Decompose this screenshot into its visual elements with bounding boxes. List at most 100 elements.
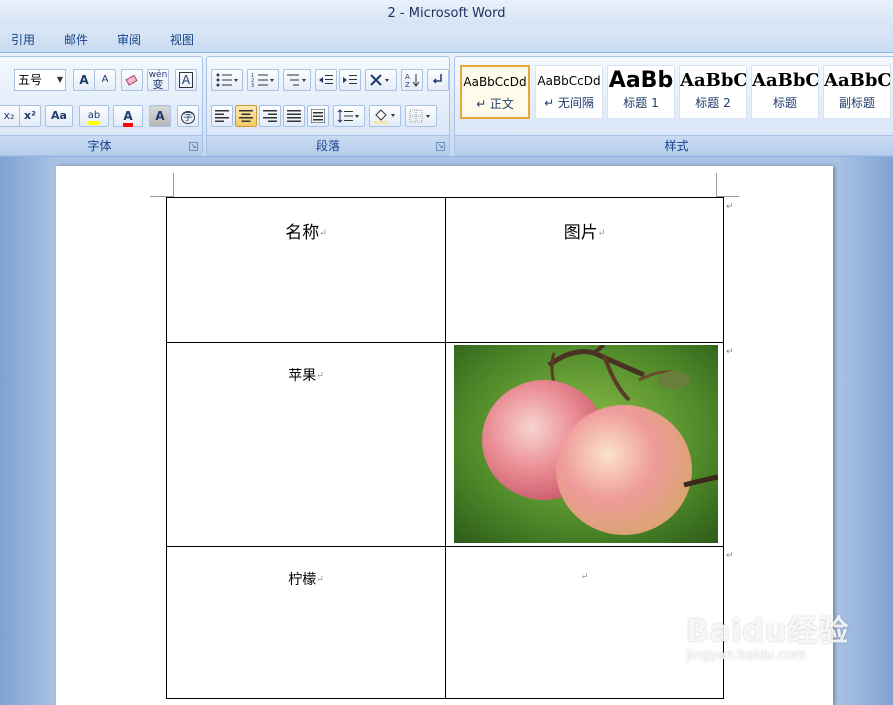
multilevel-list-button[interactable] [283, 69, 311, 91]
justify-icon [287, 110, 301, 122]
align-center-button[interactable] [235, 105, 257, 127]
char-border-icon: A [178, 72, 194, 88]
paragraph-dialog-launcher-icon[interactable]: ↘ [436, 142, 445, 151]
table-row: 苹果↵ [166, 342, 724, 547]
subscript-button[interactable]: x₂ [0, 105, 20, 127]
watermark-logo: Baidu经验 [686, 614, 850, 649]
style-name: 标题 2 [695, 96, 731, 110]
style-sample: AaBbCcDd [463, 75, 527, 89]
cell-mark: ↵ [316, 371, 324, 381]
subscript-icon: x₂ [3, 109, 15, 122]
table-cell[interactable]: 图片↵ [445, 197, 724, 343]
highlighter-icon: ab [87, 110, 101, 125]
clear-format-button[interactable] [121, 69, 143, 91]
row-end-mark: ↵ [726, 202, 734, 212]
cell-mark: ↵ [316, 575, 324, 585]
bullet-list-icon [216, 73, 238, 87]
char-shading-icon: A [155, 109, 165, 123]
table-row: 柠檬↵ ↵ [166, 546, 724, 699]
style-name: ↵ 正文 [476, 97, 514, 111]
font-group-label: 字体 [0, 135, 202, 155]
cell-mark: ↵ [319, 228, 327, 239]
row-name: 苹果 [288, 368, 317, 384]
increase-indent-button[interactable] [339, 69, 361, 91]
shrink-font-button[interactable]: A [94, 69, 116, 91]
border-grid-icon [409, 109, 430, 123]
superscript-icon: x² [24, 109, 36, 122]
phonetic-guide-button[interactable]: wén 变 [147, 69, 169, 91]
style-normal[interactable]: AaBbCcDd ↵ 正文 [460, 65, 530, 119]
change-case-button[interactable]: Aa [45, 105, 73, 127]
align-right-button[interactable] [259, 105, 281, 127]
distributed-icon [310, 108, 326, 124]
align-right-icon [263, 110, 277, 122]
tab-review[interactable]: 审阅 [113, 31, 145, 49]
table-row: 名称↵ 图片↵ [166, 197, 724, 343]
sort-button[interactable]: AZ [401, 69, 423, 91]
shading-button[interactable] [369, 105, 401, 127]
phonetic-char: 变 [152, 78, 164, 91]
tab-references[interactable]: 引用 [7, 31, 39, 49]
grow-font-button[interactable]: A [73, 69, 95, 91]
distributed-button[interactable] [307, 105, 329, 127]
font-group: 五号 ▼ A A wén 变 A x₂ x² Aa ab A A 字 字体 ↘ [0, 56, 203, 156]
align-center-icon [239, 110, 253, 122]
highlight-button[interactable]: ab [79, 105, 109, 127]
font-dialog-launcher-icon[interactable]: ↘ [189, 142, 198, 151]
tab-view[interactable]: 视图 [166, 31, 198, 49]
row-end-mark: ↵ [726, 347, 734, 357]
font-size-select[interactable]: 五号 ▼ [14, 69, 66, 91]
style-sample: AaBbC [752, 70, 818, 91]
char-shading-button[interactable]: A [149, 105, 171, 127]
svg-text:A: A [405, 73, 410, 81]
style-heading-2[interactable]: AaBbC 标题 2 [679, 65, 747, 119]
style-no-spacing[interactable]: AaBbCcDd ↵ 无间隔 [535, 65, 603, 119]
align-left-button[interactable] [211, 105, 233, 127]
table-cell[interactable]: 苹果↵ [166, 342, 446, 547]
watermark-url: jingyan.baidu.com [686, 648, 806, 663]
table-cell[interactable]: 名称↵ [166, 197, 446, 343]
style-name: 副标题 [838, 96, 875, 110]
line-spacing-icon [337, 109, 359, 123]
show-marks-button[interactable] [427, 69, 449, 91]
ribbon: 五号 ▼ A A wén 变 A x₂ x² Aa ab A A 字 字体 ↘ [0, 53, 893, 157]
crop-mark [716, 173, 717, 197]
decrease-indent-icon [319, 75, 333, 84]
char-border-button[interactable]: A [175, 69, 197, 91]
style-title[interactable]: AaBbC 标题 [751, 65, 819, 119]
style-heading-1[interactable]: AaBb 标题 1 [607, 65, 675, 119]
decrease-indent-button[interactable] [315, 69, 337, 91]
table-cell[interactable] [445, 342, 724, 547]
justify-button[interactable] [283, 105, 305, 127]
bullets-button[interactable] [211, 69, 243, 91]
paragraph-mark-icon [432, 74, 442, 84]
style-sample: AaBbC [824, 70, 890, 91]
header-picture: 图片 [563, 223, 598, 243]
tab-mailings[interactable]: 邮件 [60, 31, 92, 49]
line-spacing-button[interactable] [333, 105, 365, 127]
apple-photo-image[interactable] [454, 345, 718, 543]
font-color-button[interactable]: A [113, 105, 143, 127]
svg-text:Z: Z [405, 81, 410, 88]
header-name: 名称 [285, 223, 320, 243]
document-table[interactable]: 名称↵ 图片↵ 苹果↵ 柠檬↵ ↵ [166, 197, 724, 699]
table-cell[interactable]: ↵ [445, 546, 724, 699]
numbering-button[interactable]: 123 [247, 69, 279, 91]
borders-button[interactable] [405, 105, 437, 127]
paint-bucket-icon [374, 109, 395, 124]
font-size-value: 五号 [18, 73, 43, 87]
style-subtitle[interactable]: AaBbC 副标题 [823, 65, 891, 119]
superscript-button[interactable]: x² [19, 105, 41, 127]
chinese-layout-button[interactable] [365, 69, 397, 91]
eraser-icon [125, 74, 138, 86]
crop-mark [173, 173, 174, 197]
table-cell[interactable]: 柠檬↵ [166, 546, 446, 699]
cell-mark: ↵ [580, 572, 589, 582]
cell-mark: ↵ [597, 228, 606, 239]
style-name: 标题 1 [623, 96, 659, 110]
row-name: 柠檬 [288, 572, 317, 588]
baidu-watermark: Baidu经验 jingyan.baidu.com [686, 606, 849, 663]
chinese-layout-icon [370, 74, 389, 86]
enclose-chars-button[interactable]: 字 [177, 105, 199, 127]
styles-group-label: 样式 [455, 135, 893, 155]
